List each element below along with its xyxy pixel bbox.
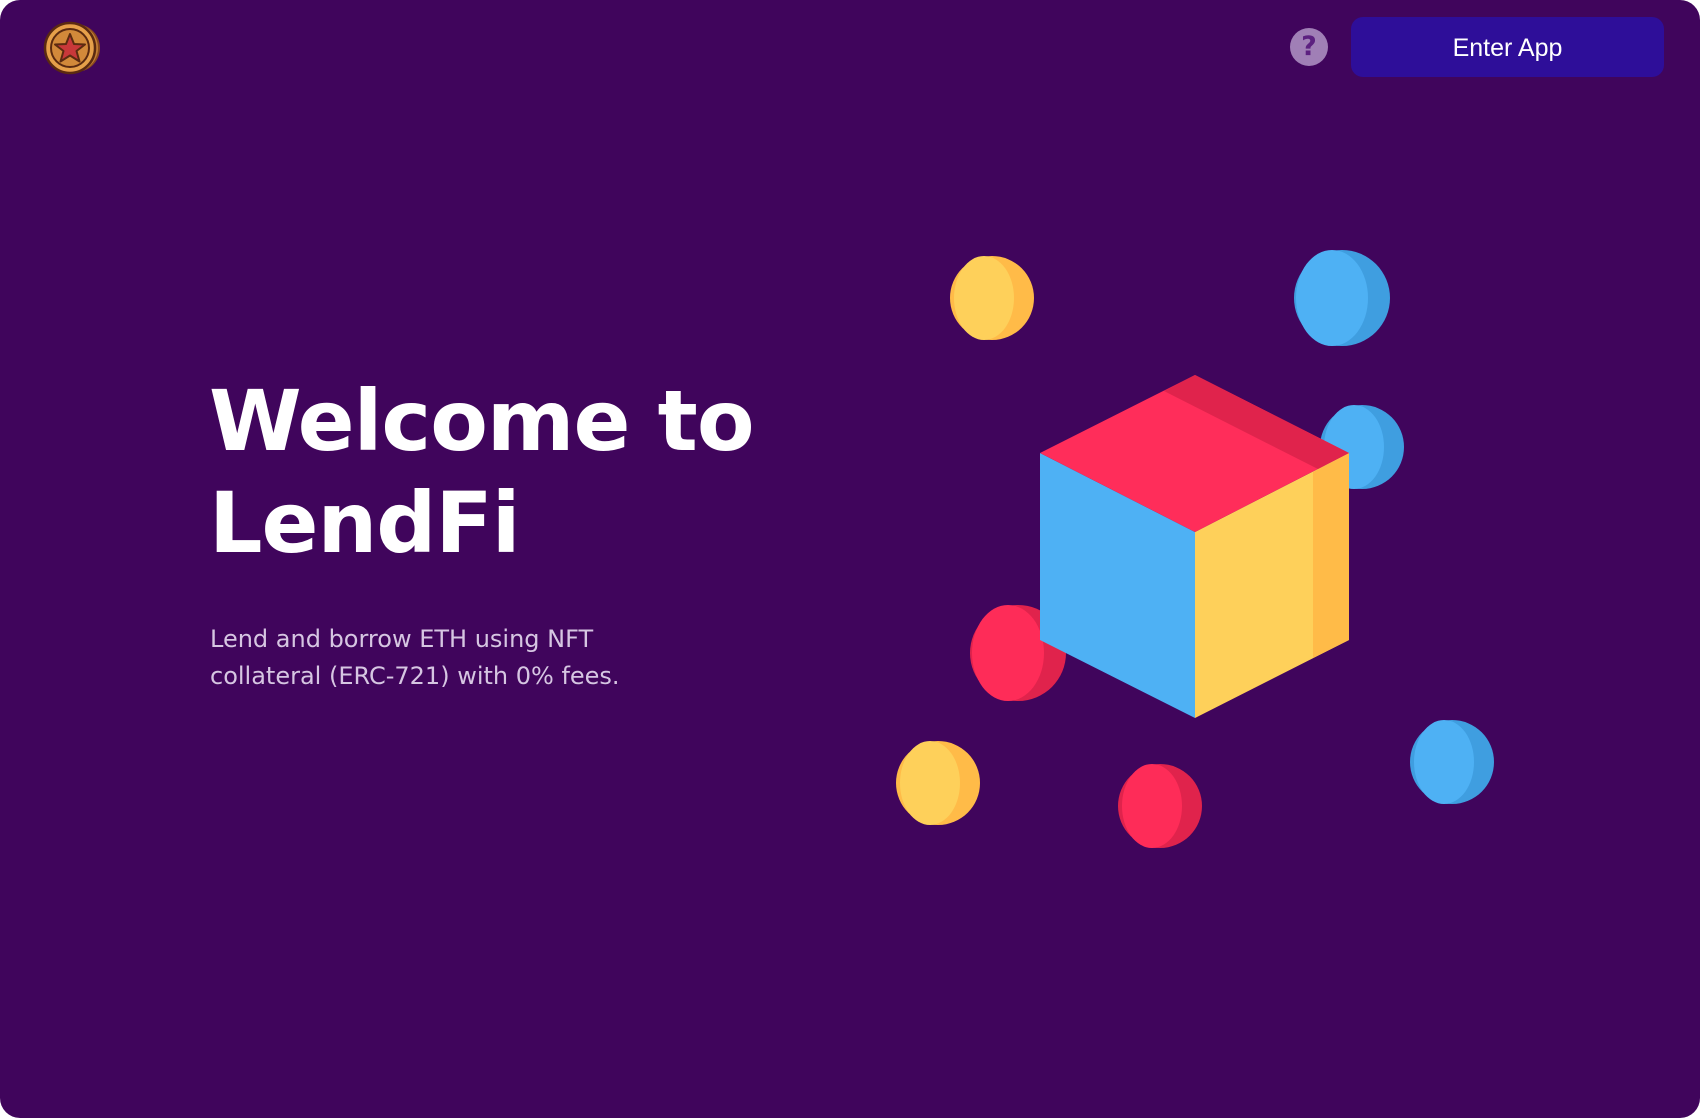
page-title: Welcome to LendFi: [209, 372, 755, 572]
blue-sphere-icon: [1294, 250, 1390, 346]
landing-window: ? Enter App Welcome to LendFi Lend and b…: [0, 0, 1700, 1118]
yellow-sphere-icon: [950, 256, 1034, 340]
question-mark-icon[interactable]: ?: [1290, 28, 1328, 66]
enter-app-button[interactable]: Enter App: [1351, 17, 1664, 77]
star-coin-icon[interactable]: [42, 21, 102, 75]
cube-icon: [1040, 375, 1349, 718]
yellow-sphere-icon: [896, 741, 980, 825]
blue-sphere-icon: [1410, 720, 1494, 804]
cube-with-spheres-icon: [880, 230, 1520, 870]
hero-subtitle: Lend and borrow ETH using NFT collateral…: [210, 625, 620, 690]
red-sphere-icon: [1118, 764, 1202, 848]
